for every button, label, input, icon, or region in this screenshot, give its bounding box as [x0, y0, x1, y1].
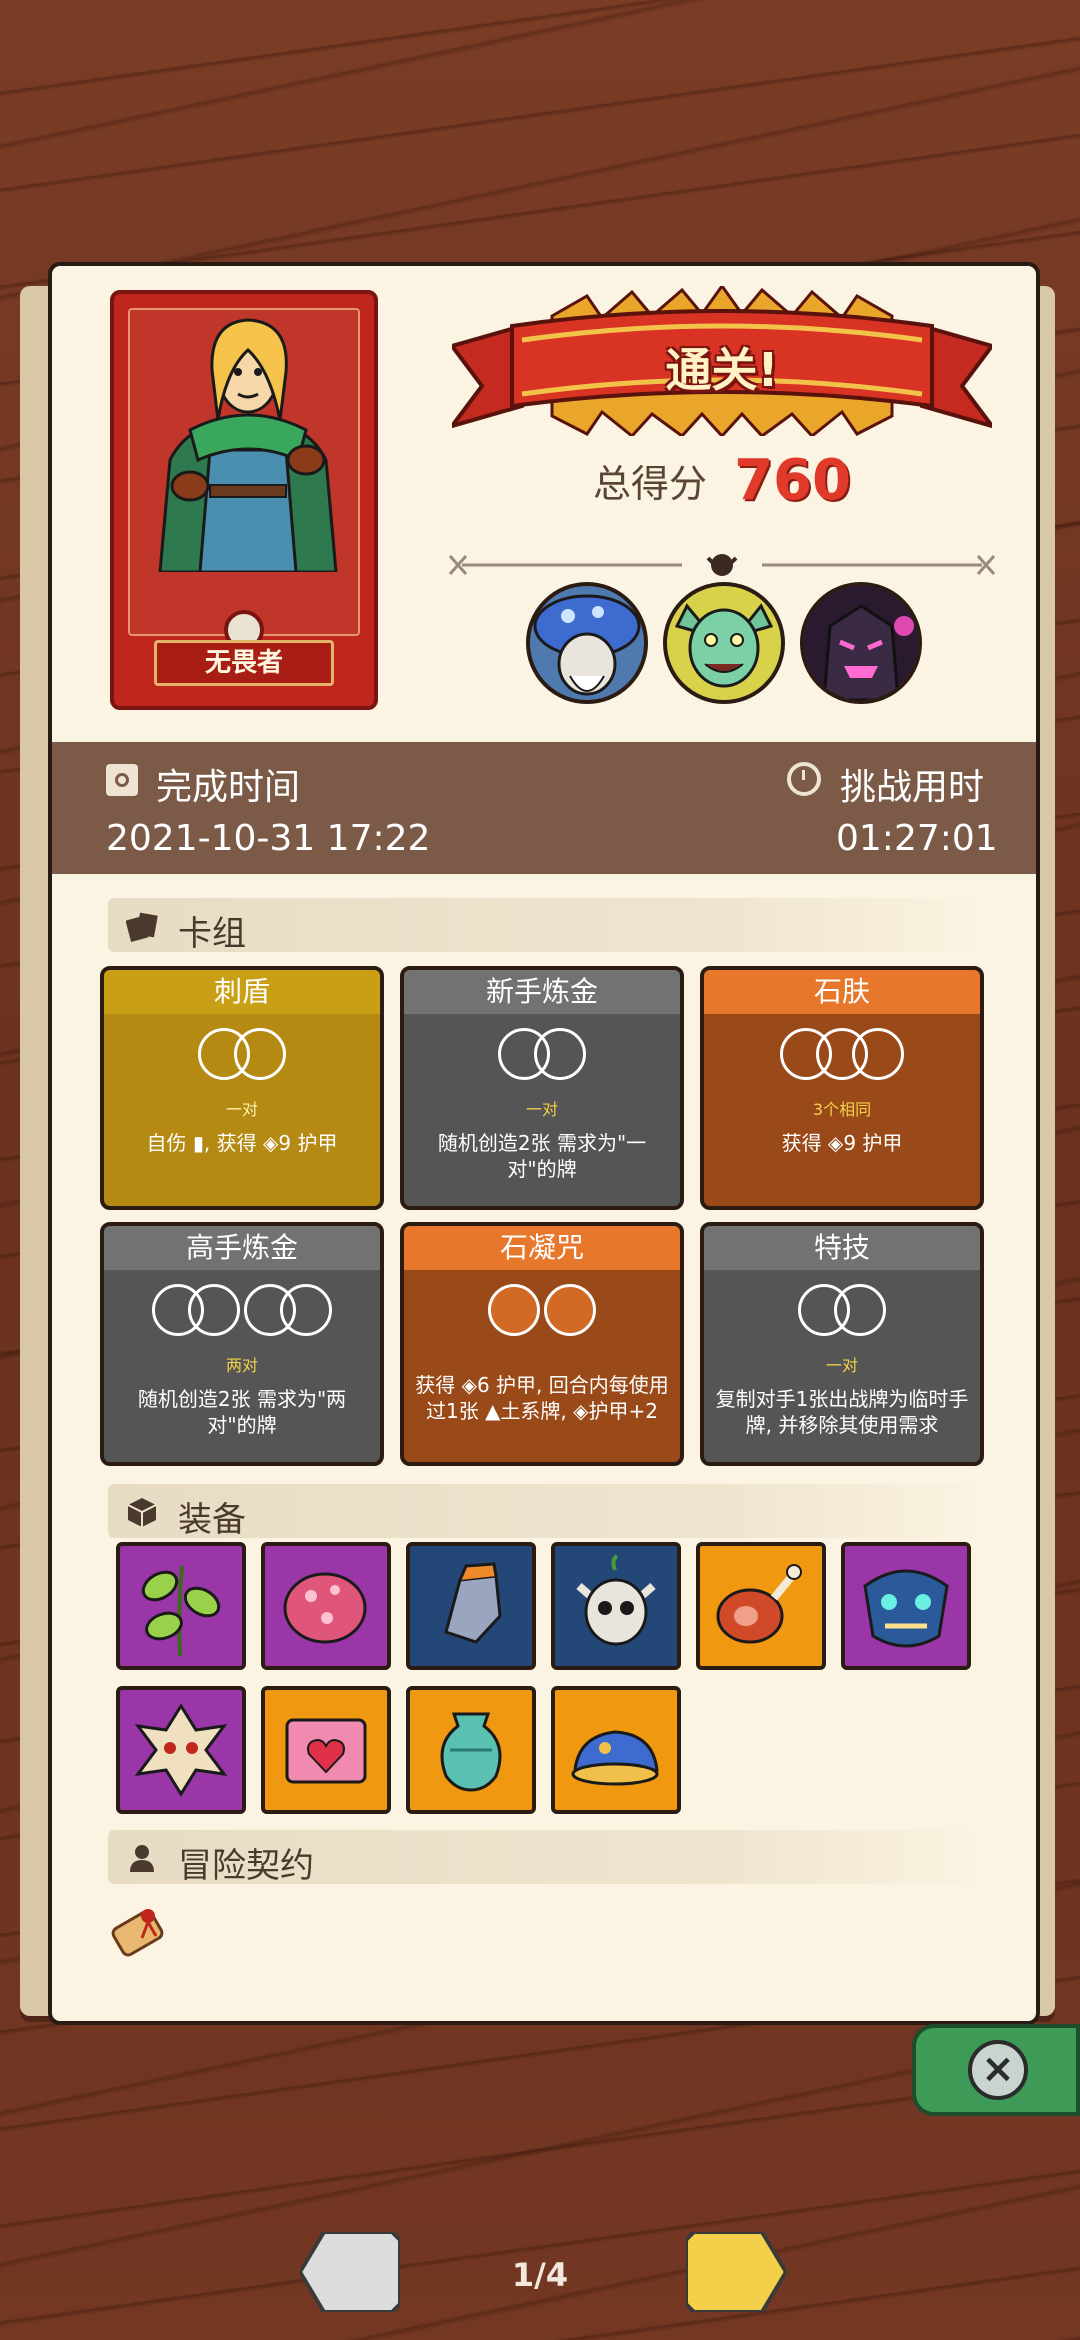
vine-leaves-icon[interactable] [116, 1542, 246, 1670]
hero-name: 无畏者 [154, 640, 334, 686]
card-description: 获得 ◈6 护甲, 回合内每使用过1张 ▲土系牌, ◈护甲+2 [415, 1373, 669, 1423]
horned-skull-icon[interactable] [551, 1542, 681, 1670]
finish-time-value: 2021-10-31 17:22 [106, 818, 431, 859]
close-icon[interactable]: × [968, 2040, 1028, 2100]
dice-slots [104, 1028, 380, 1090]
deck-card-novice-alchemy[interactable]: 新手炼金 一对 随机创造2张 需求为"一对"的牌 [400, 966, 684, 1210]
scroll-contract-icon[interactable] [102, 1894, 182, 1974]
dice-slots [704, 1028, 980, 1090]
boss-divider [442, 552, 1002, 576]
boss-portrait-goblin[interactable] [663, 582, 785, 704]
card-title: 特技 [704, 1226, 980, 1270]
card-requirement: 3个相同 [812, 1100, 872, 1119]
card-requirement: 两对 [225, 1356, 258, 1375]
ham-icon[interactable] [696, 1542, 826, 1670]
dice-slots [404, 1284, 680, 1346]
contract-section-header: 冒险契约 [108, 1830, 988, 1886]
time-summary: 完成时间 2021-10-31 17:22 挑战用时 01:27:01 [52, 742, 1036, 874]
victory-ribbon: 通关! [446, 283, 998, 439]
card-title: 石肤 [704, 970, 980, 1014]
previous-page-button[interactable] [297, 2230, 402, 2314]
demon-mask-icon[interactable] [841, 1542, 971, 1670]
deck-section-title: 卡组 [178, 914, 246, 954]
mushroom-cap-icon[interactable] [261, 1542, 391, 1670]
equipment-section-title: 装备 [178, 1500, 246, 1540]
score-value: 760 [734, 448, 851, 513]
card-description: 获得 ◈9 护甲 [781, 1131, 903, 1155]
deck-card-stone-curse[interactable]: 石凝咒 获得 ◈6 护甲, 回合内每使用过1张 ▲土系牌, ◈护甲+2 [400, 1222, 684, 1466]
deck-card-thorn-shield[interactable]: 刺盾 一对 自伤 ▮, 获得 ◈9 护甲 [100, 966, 384, 1210]
victory-banner-text: 通关! [665, 343, 779, 397]
calendar-icon [106, 764, 138, 796]
card-description: 随机创造2张 需求为"两对"的牌 [137, 1387, 347, 1437]
dice-slots [404, 1028, 680, 1090]
next-page-button[interactable] [684, 2230, 789, 2314]
box-icon [127, 1498, 157, 1527]
duration-label: 挑战用时 [840, 767, 985, 808]
dice-slots [704, 1284, 980, 1346]
stopwatch-icon [787, 762, 821, 796]
card-requirement: 一对 [525, 1100, 558, 1119]
hero-portrait [128, 308, 360, 636]
tribal-mask-icon[interactable] [116, 1686, 246, 1814]
total-score: 总得分 760 [502, 448, 942, 513]
card-requirement: 一对 [225, 1100, 258, 1119]
hero-card[interactable]: 无畏者 [110, 290, 378, 710]
boss-portrait-shadow[interactable] [800, 582, 922, 704]
card-title: 新手炼金 [404, 970, 680, 1014]
card-title: 刺盾 [104, 970, 380, 1014]
card-requirement: 一对 [825, 1356, 858, 1375]
heart-chest-icon[interactable] [261, 1686, 391, 1814]
contract-section-title: 冒险契约 [178, 1846, 314, 1886]
card-title: 石凝咒 [404, 1226, 680, 1270]
page-indicator: 1/4 [511, 2256, 569, 2294]
close-tab[interactable]: × [912, 2024, 1080, 2116]
boss-portrait-mushroom[interactable] [526, 582, 648, 704]
card-description: 自伤 ▮, 获得 ◈9 护甲 [146, 1131, 338, 1155]
cards-icon [126, 912, 158, 942]
deck-card-stunt[interactable]: 特技 一对 复制对手1张出战牌为临时手牌, 并移除其使用需求 [700, 1222, 984, 1466]
deck-card-master-alchemy[interactable]: 高手炼金 两对 随机创造2张 需求为"两对"的牌 [100, 1222, 384, 1466]
deck-card-stone-skin[interactable]: 石肤 3个相同 获得 ◈9 护甲 [700, 966, 984, 1210]
duration-value: 01:27:01 [836, 818, 998, 859]
person-icon [130, 1845, 154, 1872]
equipment-section-header: 装备 [108, 1484, 988, 1540]
deck-section-header: 卡组 [108, 898, 988, 954]
result-panel: 无畏者 通关! 总得分 760 完成时间 2021-10-31 17:22 挑战… [48, 262, 1040, 2025]
dice-slots [104, 1284, 380, 1346]
card-title: 高手炼金 [104, 1226, 380, 1270]
card-description: 随机创造2张 需求为"一对"的牌 [437, 1131, 647, 1181]
finish-time-label: 完成时间 [156, 767, 301, 808]
gauntlet-icon[interactable] [406, 1542, 536, 1670]
score-label: 总得分 [592, 462, 707, 506]
card-description: 复制对手1张出战牌为临时手牌, 并移除其使用需求 [715, 1387, 969, 1437]
blue-slime-icon[interactable] [551, 1686, 681, 1814]
jade-vase-icon[interactable] [406, 1686, 536, 1814]
